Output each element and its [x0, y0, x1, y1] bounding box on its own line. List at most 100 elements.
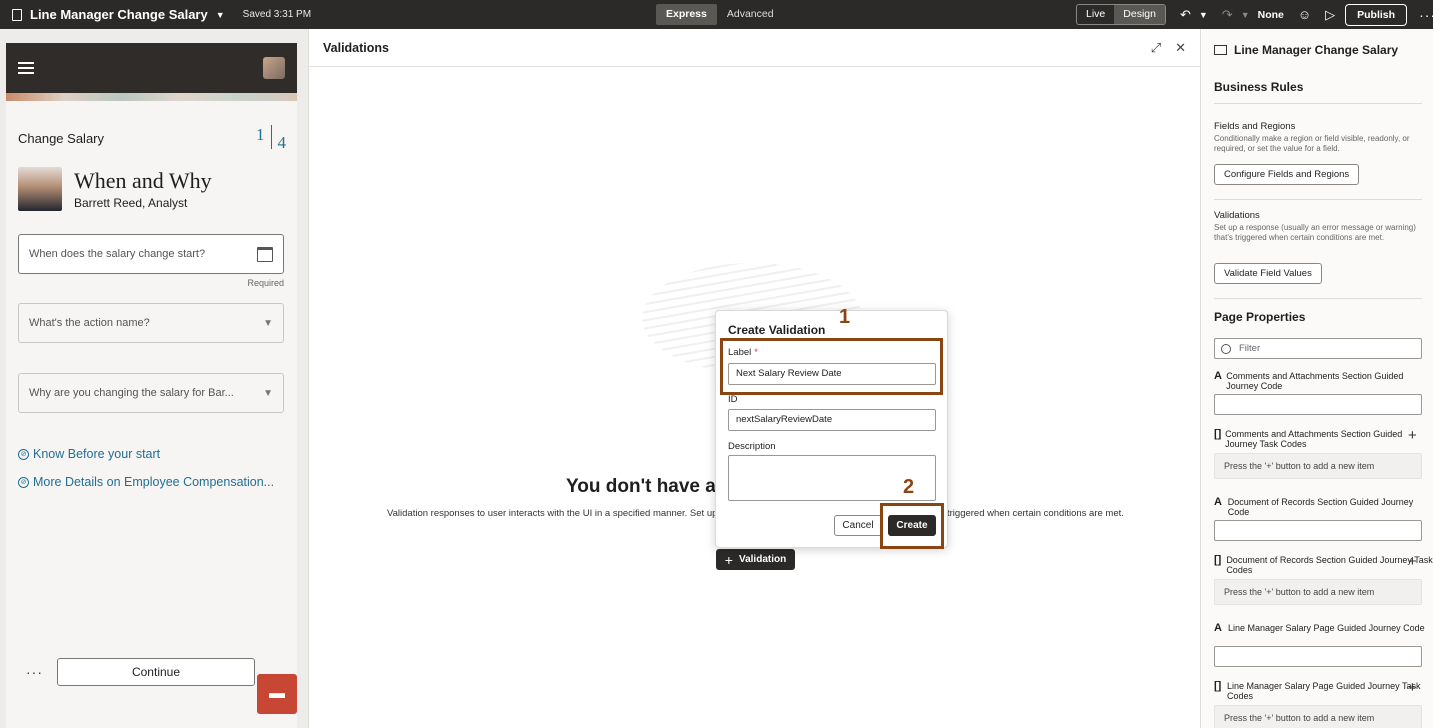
more-details-link-text: More Details on Employee Compensation... [33, 475, 275, 489]
preview-footer: ··· Continue [6, 647, 297, 697]
array-type-icon: [] [1214, 554, 1222, 566]
fields-regions-heading: Fields and Regions [1214, 121, 1296, 132]
close-icon[interactable]: ✕ [1175, 40, 1186, 56]
know-before-link-text: Know Before your start [33, 447, 161, 461]
plus-icon: + [724, 551, 733, 568]
salary-change-date-field[interactable]: When does the salary change start? [18, 234, 284, 274]
publish-button[interactable]: Publish [1345, 3, 1408, 26]
panel-title: Validations [323, 40, 389, 55]
step-current: 1 [256, 125, 265, 144]
text-type-icon: A [1214, 622, 1222, 634]
mode-advanced-button[interactable]: Advanced [717, 4, 784, 25]
action-name-select[interactable]: What's the action name? ▼ [18, 303, 284, 343]
text-type-icon: A [1214, 496, 1222, 508]
sandbox-label[interactable]: None [1258, 9, 1284, 21]
add-validation-button[interactable]: + Validation [716, 549, 795, 570]
redo-menu-icon[interactable]: ▼ [1241, 10, 1250, 20]
add-item-plus-icon[interactable]: + [1408, 427, 1417, 444]
id-field-label: ID [728, 394, 738, 405]
preview-header [6, 43, 297, 93]
preview-pane: Change Salary 1 4 When and Why Barrett R… [0, 29, 308, 728]
empty-array-hint: Press the '+' button to add a new item [1214, 705, 1422, 728]
chevron-down-icon[interactable]: ▼ [216, 10, 225, 20]
hamburger-menu-icon[interactable] [18, 62, 34, 74]
calendar-icon[interactable] [257, 246, 273, 262]
person-name: Barrett Reed, Analyst [74, 196, 188, 210]
cancel-button[interactable]: Cancel [834, 515, 882, 536]
expand-icon[interactable]: ⤢ [1151, 40, 1161, 56]
mode-express-button[interactable]: Express [656, 4, 717, 25]
property-label-text: Comments and Attachments Section Guided … [1225, 429, 1403, 449]
page-title: Change Salary [18, 130, 104, 146]
banner-image [6, 93, 297, 101]
action-reason-select[interactable]: Why are you changing the salary for Bar.… [18, 373, 284, 413]
property-text-input[interactable] [1214, 646, 1422, 667]
undo-menu-icon[interactable]: ▼ [1199, 10, 1208, 20]
add-item-plus-icon[interactable]: + [1408, 553, 1417, 570]
live-design-toggle: Live Design [1076, 4, 1166, 25]
annotation-number-2: 2 [903, 476, 915, 498]
property-text-input[interactable] [1214, 520, 1422, 541]
annotation-box-label [720, 338, 943, 395]
empty-array-hint: Press the '+' button to add a new item [1214, 579, 1422, 605]
annotation-number-1: 1 [839, 306, 851, 328]
id-input[interactable]: nextSalaryReviewDate [728, 409, 936, 431]
property-text-input[interactable] [1214, 394, 1422, 415]
reason-select-placeholder: Why are you changing the salary for Bar.… [29, 387, 234, 399]
annotation-box-create [880, 503, 944, 549]
avatar[interactable] [263, 57, 285, 79]
description-field-label: Description [728, 441, 776, 452]
property-label: [] Line Manager Salary Page Guided Journ… [1214, 680, 1433, 702]
design-button[interactable]: Design [1114, 5, 1165, 24]
preview-play-icon[interactable]: ▷ [1325, 7, 1335, 23]
page-icon [1214, 45, 1227, 55]
configure-fields-button[interactable]: Configure Fields and Regions [1214, 164, 1360, 185]
chevron-down-icon[interactable]: ▼ [263, 318, 273, 329]
more-details-link[interactable]: ⊘ More Details on Employee Compensation.… [18, 475, 274, 489]
device-preview: Change Salary 1 4 When and Why Barrett R… [6, 43, 297, 728]
text-type-icon: A [1214, 370, 1222, 382]
live-button[interactable]: Live [1077, 5, 1114, 24]
more-options-icon[interactable]: ··· [1419, 7, 1433, 23]
more-options-icon[interactable]: ··· [26, 664, 43, 680]
properties-header: Line Manager Change Salary [1214, 43, 1398, 57]
continue-button[interactable]: Continue [57, 658, 255, 686]
smiley-icon[interactable]: ☺ [1298, 7, 1311, 22]
person-card: When and Why Barrett Reed, Analyst [18, 167, 212, 211]
compass-icon: ⊘ [18, 448, 29, 460]
property-label: [] Comments and Attachments Section Guid… [1214, 429, 1433, 450]
filter-input[interactable]: Filter [1214, 338, 1422, 359]
property-label-text: Document of Records Section Guided Journ… [1227, 497, 1414, 517]
validate-field-values-button[interactable]: Validate Field Values [1214, 263, 1322, 284]
app-title[interactable]: Line Manager Change Salary [30, 7, 208, 22]
add-item-plus-icon[interactable]: + [1408, 679, 1417, 696]
top-bar: Line Manager Change Salary ▼ Saved 3:31 … [0, 0, 1433, 29]
action-select-placeholder: What's the action name? [29, 317, 150, 329]
properties-title: Line Manager Change Salary [1234, 43, 1399, 57]
business-rules-heading: Business Rules [1214, 80, 1304, 94]
chat-icon[interactable]: ▬ [257, 674, 297, 714]
property-label-text: Line Manager Salary Page Guided Journey … [1227, 681, 1421, 701]
page-properties-heading: Page Properties [1214, 310, 1306, 324]
person-photo [18, 167, 62, 211]
date-field-placeholder: When does the salary change start? [29, 248, 206, 260]
know-before-link[interactable]: ⊘ Know Before your start [18, 447, 160, 461]
property-label: A Line Manager Salary Page Guided Journe… [1214, 622, 1425, 634]
array-type-icon: [] [1214, 680, 1222, 692]
fields-regions-description: Conditionally make a region or field vis… [1214, 134, 1410, 153]
undo-icon[interactable]: ↶ [1180, 7, 1191, 23]
property-label-text: Document of Records Section Guided Journ… [1226, 555, 1433, 575]
mode-switch: Express Advanced [656, 4, 784, 25]
properties-panel: Line Manager Change Salary Business Rule… [1202, 29, 1433, 728]
redo-icon[interactable]: ↷ [1222, 7, 1233, 23]
add-validation-label: Validation [738, 554, 787, 565]
chevron-down-icon[interactable]: ▼ [263, 388, 273, 399]
validations-heading: Validations [1214, 210, 1260, 221]
step-total: 4 [277, 133, 287, 152]
filter-placeholder: Filter [1239, 343, 1261, 354]
saved-status: Saved 3:31 PM [242, 9, 312, 20]
dialog-title: Create Validation [728, 323, 826, 337]
property-label: A Comments and Attachments Section Guide… [1214, 370, 1433, 392]
property-label: A Document of Records Section Guided Jou… [1214, 496, 1433, 518]
empty-array-hint: Press the '+' button to add a new item [1214, 453, 1422, 479]
